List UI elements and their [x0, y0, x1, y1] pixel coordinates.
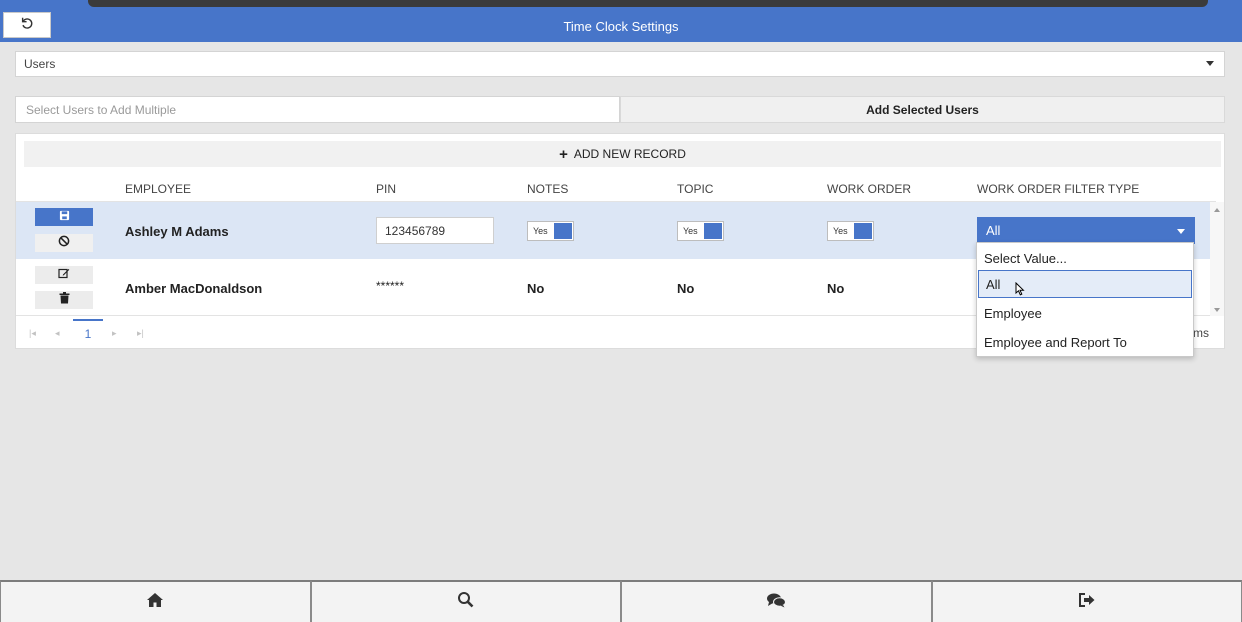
work-order-toggle[interactable]: Yes [827, 221, 874, 241]
edit-icon [58, 266, 70, 284]
pager-items-label: ms [1193, 326, 1209, 340]
plus-icon: + [559, 145, 568, 163]
select-users-input[interactable] [15, 96, 620, 123]
search-icon [457, 591, 474, 613]
notes-toggle-label: Yes [533, 226, 548, 236]
chat-icon [766, 592, 787, 613]
caret-down-icon [1177, 229, 1185, 234]
pin-input[interactable] [376, 217, 494, 244]
employee-name: Amber MacDonaldson [125, 281, 263, 296]
notes-value: No [527, 281, 545, 296]
employee-name: Ashley M Adams [125, 224, 229, 239]
add-new-record-button[interactable]: + ADD NEW RECORD [24, 141, 1221, 167]
bottom-navigation [0, 580, 1242, 622]
previous-page-icon[interactable]: ◂ [55, 328, 60, 339]
pin-value: ****** [376, 279, 405, 293]
window-top-strip [0, 0, 1242, 10]
column-header-work-order-filter-type[interactable]: WORK ORDER FILTER TYPE [977, 182, 1139, 196]
work-order-filter-type-dropdown: Select Value... All Employee Employee an… [976, 242, 1194, 357]
grid-vertical-scrollbar[interactable] [1210, 202, 1224, 316]
dropdown-option-all[interactable]: All [978, 270, 1192, 298]
first-page-icon[interactable]: |◂ [29, 328, 36, 339]
column-header-topic[interactable]: TOPIC [677, 182, 713, 196]
work-order-filter-type-value: All [986, 223, 1001, 238]
search-button[interactable] [310, 580, 621, 622]
logout-button[interactable] [931, 580, 1242, 622]
next-page-icon[interactable]: ▸ [112, 328, 117, 339]
last-page-icon[interactable]: ▸| [137, 328, 144, 339]
caret-down-icon [1206, 61, 1214, 66]
title-bar: Time Clock Settings [0, 10, 1242, 42]
save-button[interactable] [35, 208, 93, 226]
work-order-filter-type-select[interactable]: All [977, 217, 1195, 244]
column-header-pin[interactable]: PIN [376, 182, 396, 196]
cancel-icon [58, 234, 70, 252]
topic-toggle[interactable]: Yes [677, 221, 724, 241]
topic-value: No [677, 281, 695, 296]
page-title: Time Clock Settings [563, 18, 679, 34]
notes-toggle[interactable]: Yes [527, 221, 574, 241]
cancel-button[interactable] [35, 234, 93, 252]
work-order-toggle-label: Yes [833, 226, 848, 236]
chat-button[interactable] [621, 580, 932, 622]
add-selected-users-button[interactable]: Add Selected Users [620, 96, 1225, 123]
add-new-record-label: ADD NEW RECORD [573, 147, 686, 161]
delete-button[interactable] [35, 291, 93, 309]
home-button[interactable] [0, 580, 311, 622]
mouse-pointer-icon [1015, 281, 1025, 301]
scroll-up-icon[interactable] [1214, 208, 1220, 212]
edit-button[interactable] [35, 266, 93, 284]
scroll-down-icon[interactable] [1214, 308, 1220, 312]
delete-icon [59, 291, 70, 309]
users-select-value: Users [24, 57, 56, 71]
back-button[interactable] [3, 12, 51, 38]
topic-toggle-label: Yes [683, 226, 698, 236]
column-header-notes[interactable]: NOTES [527, 182, 568, 196]
users-select[interactable]: Users [15, 51, 1225, 77]
dropdown-option-employee[interactable]: Employee [977, 299, 1193, 327]
dropdown-option-select-value[interactable]: Select Value... [977, 244, 1193, 272]
work-order-value: No [827, 281, 845, 296]
column-header-employee[interactable]: EMPLOYEE [125, 182, 191, 196]
column-header-work-order[interactable]: WORK ORDER [827, 182, 911, 196]
home-icon [146, 592, 164, 613]
logout-icon [1078, 592, 1096, 612]
dropdown-option-employee-and-report-to[interactable]: Employee and Report To [977, 328, 1193, 356]
save-icon [59, 208, 70, 226]
undo-icon [20, 16, 34, 35]
page-number[interactable]: 1 [73, 319, 103, 347]
